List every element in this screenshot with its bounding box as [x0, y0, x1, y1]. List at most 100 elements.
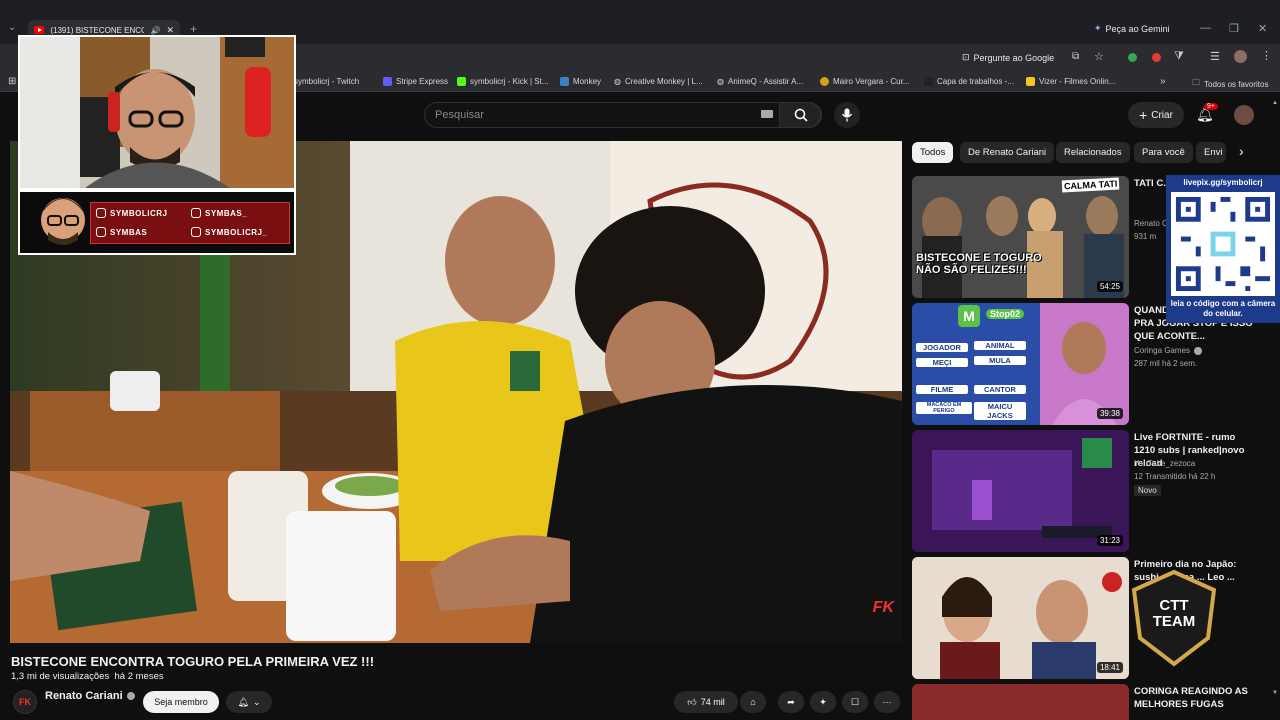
recommendation-thumbnail[interactable]: 31:23 [912, 430, 1129, 552]
all-favorites-label: Todos os favoritos [1204, 79, 1269, 89]
recommendation-channel[interactable]: Coringa Games [1134, 346, 1203, 355]
maximize-icon[interactable]: ❐ [1229, 22, 1239, 35]
bookmark-mairo[interactable]: Mairo Vergara - Cur... [820, 77, 909, 86]
thumbnail-image [912, 176, 1129, 298]
bookmark-creative-monkey[interactable]: ◍ Creative Monkey | L... [614, 77, 703, 86]
ctt-logo-label: CTT TEAM [1152, 597, 1196, 630]
qr-caption: leia o código com a câmera do celular. [1170, 299, 1276, 318]
account-avatar[interactable] [1234, 105, 1254, 125]
duration-badge: 54:25 [1096, 281, 1123, 292]
stripe-icon [383, 77, 392, 86]
qr-code-icon [1171, 192, 1275, 296]
instagram-label: SYMBOLICRJ_ [205, 227, 268, 237]
twitch-label: SYMBOLICRJ [110, 208, 168, 218]
bookmark-monkey[interactable]: Monkey [560, 77, 601, 86]
lens-icon: ⊡ [962, 52, 970, 62]
keyboard-icon[interactable] [761, 110, 773, 118]
tab-audio-icon[interactable]: 🔊 [150, 26, 160, 35]
like-button[interactable]: 👍︎ 74 mil [674, 691, 738, 713]
dislike-button[interactable]: ⌂ [740, 691, 766, 713]
recommendation-channel[interactable]: YouTube_zezoca [1134, 459, 1195, 468]
bookmark-label: symbolicrj - Twitch [294, 77, 360, 86]
scroll-up-icon[interactable]: ▲ [1272, 100, 1278, 106]
youtube-favicon-icon [34, 26, 45, 34]
notifications-button[interactable]: 🔔︎ 9+ [1196, 103, 1218, 124]
window-close-icon[interactable]: ✕ [1258, 22, 1267, 35]
bookmark-label: Monkey [573, 77, 602, 86]
extension-green-icon[interactable] [1128, 53, 1137, 62]
tab-close-icon[interactable]: ✕ [166, 25, 174, 36]
page-scrollbar[interactable]: ▲ ▼ [1272, 100, 1278, 700]
avatar-cartoon-image [41, 198, 85, 245]
apps-grid-icon[interactable]: ⊞ [8, 76, 16, 87]
search-box[interactable]: Pesquisar [424, 102, 822, 128]
verified-icon [1194, 346, 1203, 355]
recommendation-thumbnail[interactable]: 18:41 [912, 557, 1129, 679]
scroll-down-icon[interactable]: ▼ [1272, 690, 1278, 696]
more-bookmarks-icon[interactable]: » [1160, 76, 1166, 87]
chip-sent[interactable]: Envi [1196, 142, 1226, 163]
like-count: 74 mil [700, 697, 725, 707]
bookmark-twitch[interactable]: symbolicrj - Twitch [294, 77, 359, 86]
social-links-panel: SYMBOLICRJ SYMBAS_ SYMBAS SYMBOLICRJ_ [18, 190, 296, 255]
extension-red-icon[interactable] [1152, 53, 1161, 62]
globe-icon: ◍ [717, 77, 724, 86]
reading-list-icon[interactable]: ☰ [1210, 50, 1220, 63]
create-button[interactable]: + Criar [1128, 102, 1184, 128]
search-button[interactable] [779, 102, 821, 128]
chip-for-you[interactable]: Para você [1134, 142, 1193, 163]
bookmark-label: Mairo Vergara - Cur... [833, 77, 910, 86]
bookmark-star-icon[interactable]: ☆ [1094, 50, 1104, 63]
bookmark-kick[interactable]: symbolicrj - Kick | St... [457, 77, 549, 86]
all-favorites-folder[interactable]: 🗀 Todos os favoritos [1192, 77, 1268, 91]
bookmark-stripe[interactable]: Stripe Express [383, 77, 448, 86]
thumbs-down-icon: ⌂ [750, 697, 756, 707]
bookmark-label: Stripe Express [396, 77, 449, 86]
stop-label: Stop02 [986, 309, 1025, 319]
recommendation-channel[interactable]: Renato C [1134, 219, 1168, 228]
voice-search-button[interactable] [834, 102, 860, 128]
tab-search-icon[interactable]: ⌄ [8, 22, 16, 33]
stop-word: MEÇI [916, 358, 968, 367]
capa-icon [924, 77, 933, 86]
extensions-puzzle-icon[interactable]: ⧩ [1174, 50, 1184, 63]
new-badge: Novo [1134, 485, 1161, 496]
bookmark-vizer[interactable]: Vizer - Filmes Onlin... [1026, 77, 1115, 86]
profile-avatar[interactable] [1234, 50, 1247, 63]
channel-name[interactable]: Renato Cariani [45, 690, 135, 702]
new-tab-icon[interactable]: + [190, 22, 197, 36]
bookmark-label: Creative Monkey | L... [624, 77, 703, 86]
recommendation-stats: 931 m [1134, 232, 1157, 241]
install-icon[interactable]: ⧉ [1072, 51, 1079, 62]
chip-related[interactable]: Relacionados [1056, 142, 1130, 163]
save-button[interactable]: ☐ [842, 691, 868, 713]
join-button[interactable]: Seja membro [143, 691, 219, 713]
subscribe-bell-button[interactable]: 🔔︎ ⌄ [226, 691, 272, 713]
bookmark-animeq[interactable]: ◍ AnimeQ - Assistir A... [717, 77, 803, 86]
tiktok-label: SYMBAS_ [205, 208, 248, 218]
chips-next-icon[interactable]: › [1239, 143, 1244, 159]
bookmark-label: Vizer - Filmes Onlin... [1039, 77, 1116, 86]
gemini-button[interactable]: ✦ Peça ao Gemini [1094, 23, 1170, 34]
svg-text:M: M [963, 308, 975, 324]
video-meta: 1,3 mi de visualizações há 2 meses [11, 671, 164, 682]
chip-all[interactable]: Todos [912, 142, 954, 163]
tab-title: (1391) BISTECONE ENCONT [50, 25, 145, 35]
bookmark-capa[interactable]: Capa de trabalhos -... [924, 77, 1014, 86]
upload-age: há 2 meses [114, 671, 164, 682]
more-actions-button[interactable]: ⋯ [874, 691, 900, 713]
recommendation-title[interactable]: CORINGA REAGINDO AS MELHORES FUGAS [1134, 685, 1259, 711]
search-input[interactable]: Pesquisar [435, 109, 484, 121]
recommendation-thumbnail[interactable]: CALMA TATI BISTECONE E TOGURO NÃO SÃO FE… [912, 176, 1129, 298]
recommendation-thumbnail[interactable] [912, 684, 1129, 720]
thanks-button[interactable]: ✦ [810, 691, 836, 713]
chip-from-channel[interactable]: De Renato Cariani [960, 142, 1055, 163]
tiktok-icon [191, 208, 201, 218]
share-button[interactable]: ➦ [778, 691, 804, 713]
duration-badge: 31:23 [1096, 535, 1123, 546]
channel-avatar[interactable]: FK [13, 690, 37, 714]
recommendation-thumbnail[interactable]: M Stop02 JOGADOR ANIMAL MEÇI MULA FILME … [912, 303, 1129, 425]
browser-menu-icon[interactable]: ⋮ [1261, 49, 1272, 62]
minimize-icon[interactable]: — [1200, 22, 1211, 34]
ask-google-button[interactable]: ⊡ Pergunte ao Google [962, 52, 1054, 63]
